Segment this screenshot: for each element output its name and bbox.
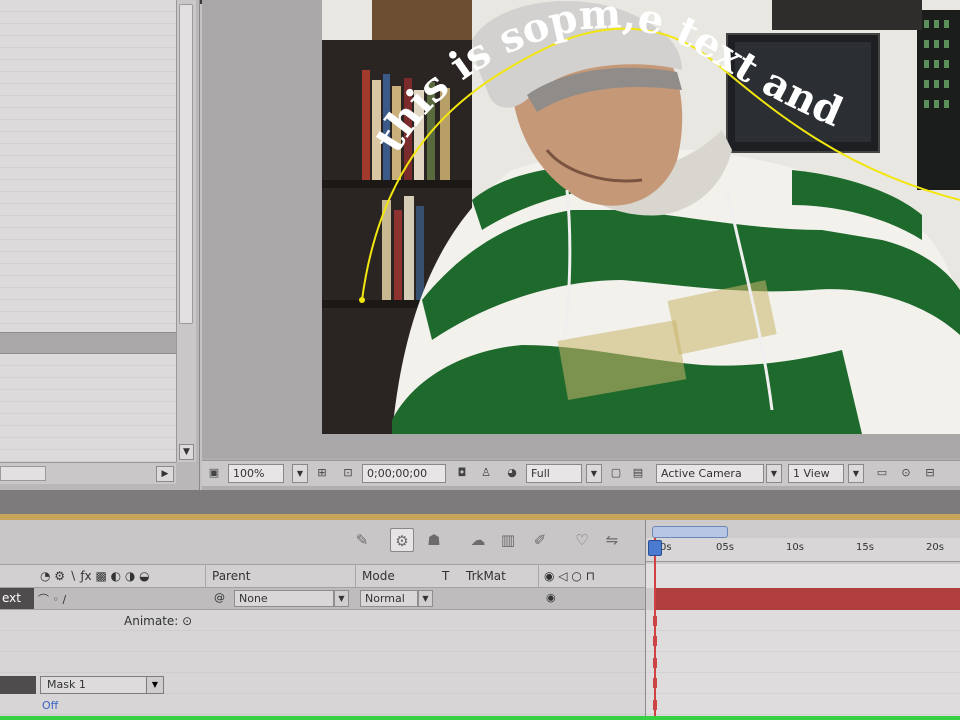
time-graph-properties [646,610,960,720]
view-layout-arrow-icon[interactable]: ▼ [848,464,864,483]
parent-dropdown-arrow-icon[interactable]: ▼ [334,590,349,607]
toggle-pixel-aspect-icon[interactable]: ▭ [874,465,890,481]
project-hscroll-thumb[interactable] [0,466,46,481]
camera-dropdown-arrow-icon[interactable]: ▼ [766,464,782,483]
parent-column-header[interactable]: Parent [212,569,250,583]
channel-icon[interactable]: ◕ [504,465,520,481]
resolution-dropdown-arrow-icon[interactable]: ▼ [586,464,602,483]
time-graph-header-row [646,564,960,588]
graph-editor-icon[interactable]: ⇋ [600,528,624,552]
layer-duration-bar[interactable] [654,588,960,610]
layer-name[interactable]: ext [0,588,34,609]
timeline-layer-properties: Animate: ⊙ Mask 1 ▼ Off [0,610,645,720]
project-scroll-thumb[interactable] [179,4,193,324]
live-update-icon[interactable]: ✎ [350,528,374,552]
ruler-label: 10s [786,542,804,553]
comp-flowchart-icon[interactable]: ⊟ [922,465,938,481]
brainstorm-icon[interactable]: ✐ [528,528,552,552]
transparency-grid-icon[interactable]: ▤ [630,465,646,481]
current-time-indicator-head[interactable] [648,540,662,556]
show-snapshot-icon[interactable]: ♙ [478,465,494,481]
timecode-display[interactable]: 0;00;00;00 [362,464,446,483]
mode-column-header[interactable]: Mode [362,569,395,583]
mask-visibility-icon[interactable]: ⊡ [340,465,356,481]
mask-vertex[interactable] [359,297,365,303]
timeline-column-header: ◔ ⚙ ∖ ƒx ▩ ◐ ◑ ◒ Parent Mode T TrkMat ◉ … [0,564,645,588]
composition-viewer: this is sopm,e text and ▣ 100% ▼ ⊞ ⊡ 0;0… [202,0,960,490]
mask-dropdown-arrow-icon[interactable]: ▼ [146,676,164,694]
project-item-list-lower[interactable] [0,354,176,462]
work-area-bar[interactable] [652,526,728,538]
t-column-header[interactable]: T [442,569,449,583]
parent-dropdown[interactable]: None [234,590,334,607]
video-footage: this is sopm,e text and [322,0,960,434]
resolution-dropdown[interactable]: Full [526,464,582,483]
ruler-label: 20s [926,542,944,553]
pick-whip-icon[interactable]: @ [214,591,225,604]
layer-switches-icon[interactable]: ⌒ ◦ ∕ [38,591,66,607]
project-item-list[interactable] [0,0,176,332]
auto-keyframe-icon[interactable]: ♡ [570,528,594,552]
composition-pasteboard[interactable]: this is sopm,e text and [202,0,960,458]
keyframe-marker[interactable] [653,658,657,668]
zoom-dropdown[interactable]: 100% [228,464,284,483]
screen-bottom-edge [0,716,960,720]
frame-blending-icon[interactable]: ☁ [466,528,490,552]
keyframe-marker[interactable] [653,636,657,646]
view-layout-dropdown[interactable]: 1 View [788,464,844,483]
timeline-switches-bar: ✎ ⚙ ☗ ☁ ▥ ✐ ♡ ⇋ [0,520,645,564]
keyframe-marker[interactable] [653,700,657,710]
keyframe-marker[interactable] [653,678,657,688]
project-vertical-scrollbar[interactable]: ▼ [176,0,196,462]
fast-previews-icon[interactable]: ⊙ [898,465,914,481]
video-toggle-icon[interactable]: ◉ [546,591,556,604]
viewer-toolbar: ▣ 100% ▼ ⊞ ⊡ 0;00;00;00 ◘ ♙ ◕ Full ▼ ▢ ▤… [202,460,960,486]
trkmat-column-header[interactable]: TrkMat [466,569,506,583]
project-panel-divider[interactable] [0,332,176,354]
scroll-down-arrow-icon[interactable]: ▼ [179,444,194,460]
draft-3d-icon[interactable]: ⚙ [390,528,414,552]
project-panel: ▼ ▶ [0,0,200,490]
zoom-dropdown-arrow-icon[interactable]: ▼ [292,464,308,483]
ruler-label: 05s [716,542,734,553]
animate-control[interactable]: Animate: ⊙ [124,614,192,628]
safe-zones-icon[interactable]: ⊞ [314,465,330,481]
ruler-label: 15s [856,542,874,553]
av-features-icons[interactable]: ◔ ⚙ ∖ ƒx ▩ ◐ ◑ ◒ [40,569,150,583]
scroll-right-arrow-icon[interactable]: ▶ [156,466,174,482]
always-preview-icon[interactable]: ▣ [206,465,222,481]
mask-off-value[interactable]: Off [42,699,58,712]
current-time-indicator-line[interactable] [654,538,656,720]
layer-row[interactable]: ext ⌒ ◦ ∕ @ None ▼ Normal ▼ ◉ [0,588,645,610]
hide-shy-layers-icon[interactable]: ☗ [422,528,446,552]
keyframe-marker[interactable] [653,616,657,626]
time-ruler[interactable]: 0s 05s 10s 15s 20s [646,538,960,562]
snapshot-icon[interactable]: ◘ [454,465,470,481]
video-audio-solo-lock-icons[interactable]: ◉ ◁ ○ ⊓ [544,569,595,583]
motion-blur-icon[interactable]: ▥ [496,528,520,552]
animate-menu-icon[interactable]: ⊙ [182,614,192,628]
project-horizontal-scrollbar[interactable]: ▶ [0,462,176,484]
timeline-panel: ✎ ⚙ ☗ ☁ ▥ ✐ ♡ ⇋ ◔ ⚙ ∖ ƒx ▩ ◐ ◑ ◒ Parent … [0,520,960,720]
region-of-interest-icon[interactable]: ▢ [608,465,624,481]
blend-mode-dropdown[interactable]: Normal [360,590,418,607]
camera-dropdown[interactable]: Active Camera [656,464,764,483]
blend-mode-arrow-icon[interactable]: ▼ [418,590,433,607]
composition-frame[interactable]: this is sopm,e text and [322,0,960,434]
time-graph[interactable]: 0s 05s 10s 15s 20s [645,520,960,720]
animate-label: Animate: [124,614,179,628]
mask-selected-indicator [0,676,36,694]
panel-divider[interactable] [0,490,960,514]
after-effects-window: ▼ ▶ this is sopm,e text and ▣ 100% ▼ ⊞ ⊡… [0,0,960,720]
